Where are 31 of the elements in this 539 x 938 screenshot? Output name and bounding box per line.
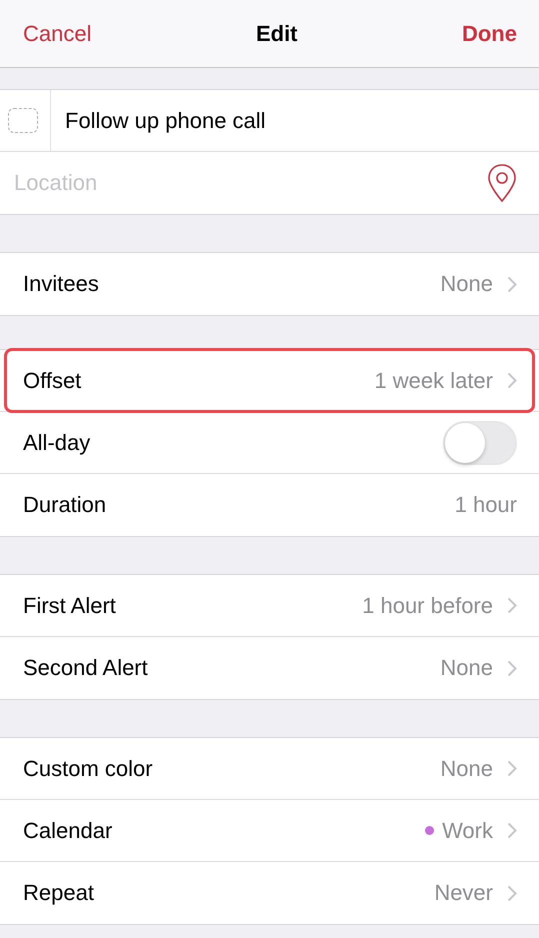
row-value: Work: [442, 818, 493, 844]
row-value: 1 week later: [374, 368, 493, 394]
row-label: Repeat: [23, 880, 95, 906]
row-label: Second Alert: [23, 655, 149, 681]
checkbox[interactable]: [8, 108, 38, 133]
chevron-icon: [507, 372, 517, 389]
screen-title: Edit: [256, 20, 298, 46]
row-value: None: [440, 655, 493, 681]
row-label: All-day: [23, 430, 92, 456]
row-label: Invitees: [23, 271, 100, 297]
row-label: Calendar: [23, 818, 114, 844]
row-value: Never: [434, 880, 493, 906]
done-button[interactable]: Done: [462, 20, 517, 46]
chevron-icon: [507, 597, 517, 614]
row-value: 1 hour: [454, 492, 517, 518]
row-label: Offset: [23, 368, 82, 394]
cancel-button[interactable]: Cancel: [23, 20, 92, 46]
row-label: Duration: [23, 492, 108, 518]
chevron-icon: [507, 276, 517, 292]
map-pin-icon: [487, 163, 517, 203]
row-value: None: [440, 756, 493, 782]
chevron-icon: [507, 884, 517, 902]
chevron-icon: [507, 660, 517, 676]
row-label: Custom color: [23, 756, 154, 782]
toggle-switch[interactable]: [443, 420, 517, 464]
row-label: First Alert: [23, 592, 117, 618]
title-field[interactable]: Follow up phone call: [65, 108, 517, 134]
chevron-icon: [507, 822, 517, 839]
chevron-icon: [507, 760, 517, 777]
row-value: 1 hour before: [362, 592, 493, 618]
row-value: None: [440, 271, 493, 297]
